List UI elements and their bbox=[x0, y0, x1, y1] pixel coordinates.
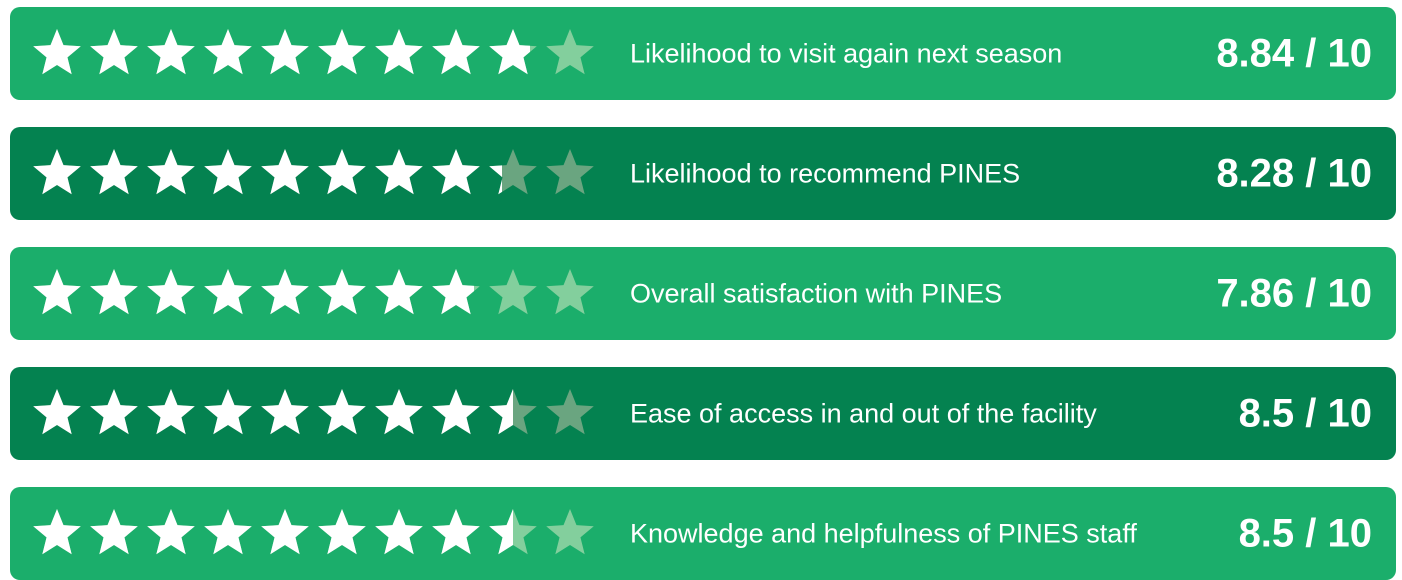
star-icon bbox=[204, 388, 252, 434]
star-icon bbox=[90, 388, 138, 434]
star-icon bbox=[147, 508, 195, 554]
star-rating bbox=[33, 388, 594, 434]
rating-row: Ease of access in and out of the facilit… bbox=[10, 367, 1396, 460]
star-icon bbox=[375, 148, 423, 194]
star-icon bbox=[204, 28, 252, 74]
star-icon bbox=[90, 148, 138, 194]
star-icon bbox=[90, 28, 138, 74]
star-icon bbox=[33, 388, 81, 434]
star-icon bbox=[489, 268, 537, 314]
star-icon bbox=[90, 508, 138, 554]
rating-row: Likelihood to visit again next season 8.… bbox=[10, 7, 1396, 100]
star-icon bbox=[261, 508, 309, 554]
star-icon bbox=[204, 268, 252, 314]
star-icon bbox=[546, 28, 594, 74]
star-rating bbox=[33, 508, 594, 554]
star-icon bbox=[546, 268, 594, 314]
star-icon bbox=[375, 388, 423, 434]
star-icon bbox=[318, 388, 366, 434]
star-icon bbox=[90, 268, 138, 314]
star-icon bbox=[489, 388, 537, 434]
star-icon bbox=[204, 508, 252, 554]
rating-score: 8.28 / 10 bbox=[1216, 151, 1372, 195]
rating-score: 8.5 / 10 bbox=[1238, 511, 1372, 555]
star-icon bbox=[33, 268, 81, 314]
star-icon bbox=[318, 508, 366, 554]
star-rating bbox=[33, 268, 594, 314]
star-icon bbox=[261, 148, 309, 194]
star-icon bbox=[204, 148, 252, 194]
rating-list: Likelihood to visit again next season 8.… bbox=[10, 7, 1396, 580]
rating-row: Overall satisfaction with PINES 7.86 / 1… bbox=[10, 247, 1396, 340]
star-icon bbox=[147, 148, 195, 194]
star-icon bbox=[546, 148, 594, 194]
rating-row: Likelihood to recommend PINES 8.28 / 10 bbox=[10, 127, 1396, 220]
star-icon bbox=[33, 148, 81, 194]
rating-label: Likelihood to recommend PINES bbox=[630, 158, 1021, 188]
rating-label: Likelihood to visit again next season bbox=[630, 38, 1063, 68]
rating-row: Knowledge and helpfulness of PINES staff… bbox=[10, 487, 1396, 580]
star-icon bbox=[318, 268, 366, 314]
rating-label: Knowledge and helpfulness of PINES staff bbox=[630, 518, 1137, 548]
star-icon bbox=[375, 508, 423, 554]
star-icon bbox=[432, 28, 480, 74]
star-icon bbox=[546, 508, 594, 554]
star-icon bbox=[147, 388, 195, 434]
rating-score: 8.5 / 10 bbox=[1238, 391, 1372, 435]
star-icon bbox=[546, 388, 594, 434]
star-icon bbox=[432, 148, 480, 194]
star-icon bbox=[261, 268, 309, 314]
rating-score: 8.84 / 10 bbox=[1216, 31, 1372, 75]
star-icon bbox=[33, 508, 81, 554]
star-icon bbox=[432, 268, 480, 314]
star-icon bbox=[432, 508, 480, 554]
star-icon bbox=[318, 148, 366, 194]
star-rating bbox=[33, 28, 594, 74]
rating-label: Overall satisfaction with PINES bbox=[630, 278, 1003, 308]
star-icon bbox=[489, 28, 537, 74]
star-icon bbox=[375, 268, 423, 314]
star-icon bbox=[432, 388, 480, 434]
star-icon bbox=[318, 28, 366, 74]
rating-score: 7.86 / 10 bbox=[1216, 271, 1372, 315]
star-rating bbox=[33, 148, 594, 194]
star-icon bbox=[147, 268, 195, 314]
star-icon bbox=[375, 28, 423, 74]
rating-label: Ease of access in and out of the facilit… bbox=[630, 398, 1097, 428]
star-icon bbox=[33, 28, 81, 74]
star-icon bbox=[489, 508, 537, 554]
star-icon bbox=[261, 388, 309, 434]
star-icon bbox=[489, 148, 537, 194]
star-icon bbox=[261, 28, 309, 74]
star-icon bbox=[147, 28, 195, 74]
